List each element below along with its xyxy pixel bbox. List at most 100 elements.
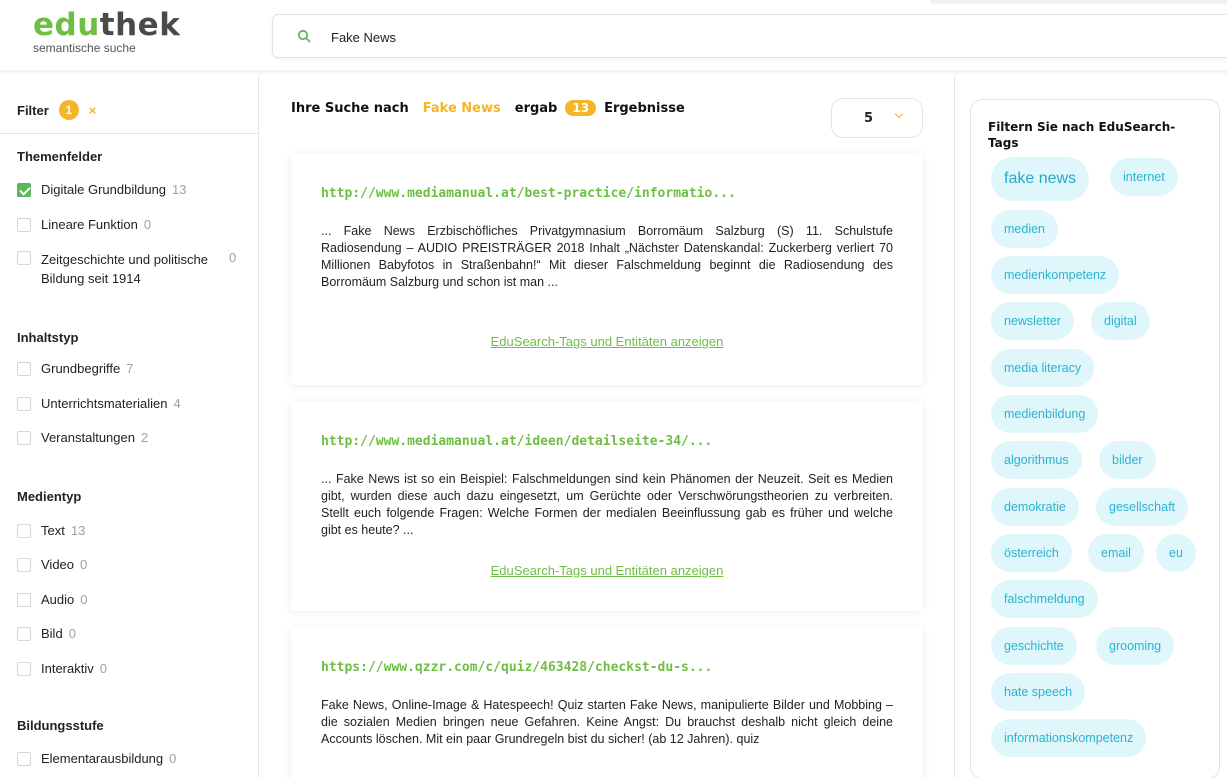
option-count: 2 [140, 430, 149, 445]
tag-fake-news[interactable]: fake news [991, 157, 1090, 201]
tag-eu[interactable]: eu [1156, 534, 1196, 572]
checkbox[interactable] [17, 362, 31, 376]
tag-demokratie[interactable]: demokratie [991, 488, 1079, 526]
filter-option-zeitgeschichte[interactable]: Zeitgeschichte und politische Bildung se… [17, 250, 236, 288]
tag-oesterreich[interactable]: österreich [991, 534, 1072, 572]
tag-medienbildung[interactable]: medienbildung [991, 395, 1099, 433]
option-count: 0 [68, 626, 76, 641]
show-tags-link[interactable]: EduSearch-Tags und Entitäten anzeigen [291, 563, 923, 578]
logo[interactable]: eduthek semantische suche [33, 8, 180, 55]
filter-option-digitale-grundbildung[interactable]: Digitale Grundbildung 13 [17, 182, 187, 197]
filter-option-bild[interactable]: Bild 0 [17, 626, 76, 641]
section-title-bildungsstufe: Bildungsstufe [17, 718, 104, 733]
logo-edu: edu [33, 7, 100, 43]
result-card: http://www.mediamanual.at/best-practice/… [291, 153, 923, 385]
option-label: Video [41, 557, 75, 572]
logo-wordmark: eduthek [33, 8, 180, 42]
results-summary: Ihre Suche nach Fake News ergab 13 Ergeb… [291, 100, 685, 116]
option-label: Interaktiv [41, 661, 94, 676]
result-card: http://www.mediamanual.at/ideen/detailse… [291, 401, 923, 611]
option-count: 0 [99, 661, 107, 676]
result-url-link[interactable]: https://www.qzzr.com/c/quiz/463428/check… [321, 660, 712, 675]
option-label: Digitale Grundbildung [41, 182, 167, 197]
result-snippet: ... Fake News Erzbischöfliches Privatgym… [321, 224, 893, 289]
option-label: Elementarausbildung [41, 751, 164, 766]
section-title-themenfelder: Themenfelder [17, 149, 103, 164]
result-url-link[interactable]: http://www.mediamanual.at/best-practice/… [321, 186, 736, 201]
per-page-value: 5 [864, 110, 874, 126]
tag-medienkompetenz[interactable]: medienkompetenz [991, 256, 1120, 294]
option-label: Veranstaltungen [41, 430, 135, 445]
option-label: Bild [41, 626, 63, 641]
checkbox[interactable] [17, 558, 31, 572]
tag-internet[interactable]: internet [1110, 158, 1178, 196]
tag-algorithmus[interactable]: algorithmus [991, 441, 1082, 479]
tag-grooming[interactable]: grooming [1096, 627, 1175, 665]
checkbox[interactable] [17, 218, 31, 232]
filter-divider [0, 133, 258, 134]
filter-option-interaktiv[interactable]: Interaktiv 0 [17, 661, 107, 676]
search-bar[interactable] [272, 14, 1227, 58]
option-count: 0 [169, 751, 177, 766]
option-label: Zeitgeschichte und politische Bildung se… [41, 252, 208, 286]
filter-sidebar: Filter 1 × Themenfelder Digitale Grundbi… [0, 76, 259, 778]
filter-option-lineare-funktion[interactable]: Lineare Funktion 0 [17, 217, 151, 232]
tag-gesellschaft[interactable]: gesellschaft [1096, 488, 1189, 526]
tag-medien[interactable]: medien [991, 210, 1058, 248]
tag-falschmeldung[interactable]: falschmeldung [991, 580, 1098, 618]
show-tags-link[interactable]: EduSearch-Tags und Entitäten anzeigen [291, 334, 923, 349]
result-url-link[interactable]: http://www.mediamanual.at/ideen/detailse… [321, 434, 712, 449]
logo-subtitle: semantische suche [33, 41, 136, 55]
filter-option-video[interactable]: Video 0 [17, 557, 87, 572]
option-count: 0 [80, 592, 88, 607]
tag-hate-speech[interactable]: hate speech [991, 673, 1086, 711]
clear-filter-icon[interactable]: × [89, 103, 97, 118]
option-count: 13 [172, 182, 187, 197]
checkbox[interactable] [17, 397, 31, 411]
filter-option-elementarausbildung[interactable]: Elementarausbildung 0 [17, 751, 176, 766]
top-strip [930, 0, 1227, 4]
result-card: https://www.qzzr.com/c/quiz/463428/check… [291, 627, 923, 778]
filter-option-grundbegriffe[interactable]: Grundbegriffe 7 [17, 361, 134, 376]
checkbox-checked[interactable] [17, 183, 31, 197]
summary-middle: ergab [514, 100, 558, 116]
checkbox[interactable] [17, 593, 31, 607]
tag-email[interactable]: email [1088, 534, 1144, 572]
filter-option-veranstaltungen[interactable]: Veranstaltungen 2 [17, 430, 148, 445]
tag-newsletter[interactable]: newsletter [991, 302, 1074, 340]
filter-header: Filter 1 × [17, 100, 96, 120]
checkbox[interactable] [17, 431, 31, 445]
right-panel-divider [954, 76, 955, 778]
tag-digital[interactable]: digital [1091, 302, 1150, 340]
option-count: 7 [126, 361, 134, 376]
tag-geschichte[interactable]: geschichte [991, 627, 1077, 665]
checkbox[interactable] [17, 662, 31, 676]
checkbox[interactable] [17, 524, 31, 538]
option-count: 0 [229, 250, 237, 265]
option-label: Lineare Funktion [41, 217, 138, 232]
search-input[interactable] [331, 25, 931, 49]
option-count: 13 [70, 523, 86, 538]
tag-media-literacy[interactable]: media literacy [991, 349, 1095, 387]
logo-thek: thek [99, 7, 181, 43]
option-label: Unterrichtsmaterialien [41, 396, 168, 411]
section-title-inhaltstyp: Inhaltstyp [17, 330, 79, 345]
filter-label: Filter [17, 102, 49, 118]
tag-bilder[interactable]: bilder [1099, 441, 1156, 479]
option-count: 0 [80, 557, 88, 572]
checkbox[interactable] [17, 627, 31, 641]
tag-informationskompetenz[interactable]: informationskompetenz [991, 719, 1147, 757]
search-icon[interactable] [297, 29, 311, 43]
checkbox[interactable] [17, 251, 31, 265]
checkbox[interactable] [17, 752, 31, 766]
filter-option-audio[interactable]: Audio 0 [17, 592, 87, 607]
filter-option-text[interactable]: Text 13 [17, 523, 85, 538]
per-page-select[interactable]: 5 [831, 98, 923, 138]
result-snippet: ... Fake News ist so ein Beispiel: Falsc… [321, 472, 893, 537]
summary-suffix: Ergebnisse [604, 100, 685, 116]
tag-panel-title: Filtern Sie nach EduSearch-Tags [988, 120, 1176, 150]
chevron-down-icon [894, 109, 904, 119]
option-label: Text [41, 523, 65, 538]
option-label: Grundbegriffe [41, 361, 121, 376]
filter-option-unterrichtsmaterialien[interactable]: Unterrichtsmaterialien 4 [17, 396, 181, 411]
